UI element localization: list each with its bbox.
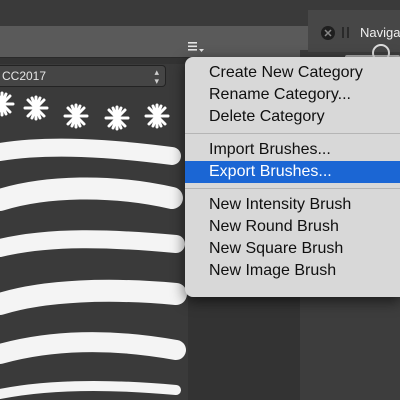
tab-controls[interactable] [318, 23, 358, 43]
panel-menu-icon[interactable] [186, 40, 206, 54]
menu-separator [185, 133, 400, 134]
menu-item-new-image-brush[interactable]: New Image Brush [185, 260, 400, 282]
tab-navigator[interactable]: Naviga [360, 22, 400, 44]
brush-stroke[interactable] [0, 230, 185, 257]
category-select-value: CC2017 [2, 69, 47, 83]
brush-stroke[interactable] [0, 177, 183, 211]
menu-item-import-brushes[interactable]: Import Brushes... [185, 139, 400, 161]
brush-stroke[interactable] [0, 138, 181, 165]
select-arrows-icon: ▴ ▾ [154, 67, 159, 86]
menu-separator [185, 188, 400, 189]
category-select[interactable]: CC2017 ▴ ▾ [0, 65, 166, 87]
brush-stroke[interactable] [0, 380, 181, 399]
menu-item-new-square-brush[interactable]: New Square Brush [185, 238, 400, 260]
panel-menu-button[interactable] [186, 40, 206, 54]
brush-stroke[interactable] [0, 332, 186, 364]
brush-list[interactable] [0, 88, 188, 400]
menu-item-export-brushes[interactable]: Export Brushes... [185, 161, 400, 183]
menu-item-rename-category[interactable]: Rename Category... [185, 84, 400, 106]
menu-item-delete-category[interactable]: Delete Category [185, 106, 400, 128]
pause-icon [342, 27, 344, 38]
menu-item-create-new-category[interactable]: Create New Category [185, 62, 400, 84]
brush-stroke[interactable] [0, 279, 187, 315]
menu-item-new-intensity-brush[interactable]: New Intensity Brush [185, 194, 400, 216]
panel-header-bar [0, 26, 310, 58]
context-menu: Create New Category Rename Category... Del… [185, 57, 400, 297]
star-brush-row[interactable] [0, 91, 170, 131]
menu-item-new-round-brush[interactable]: New Round Brush [185, 216, 400, 238]
close-icon[interactable] [318, 23, 358, 43]
